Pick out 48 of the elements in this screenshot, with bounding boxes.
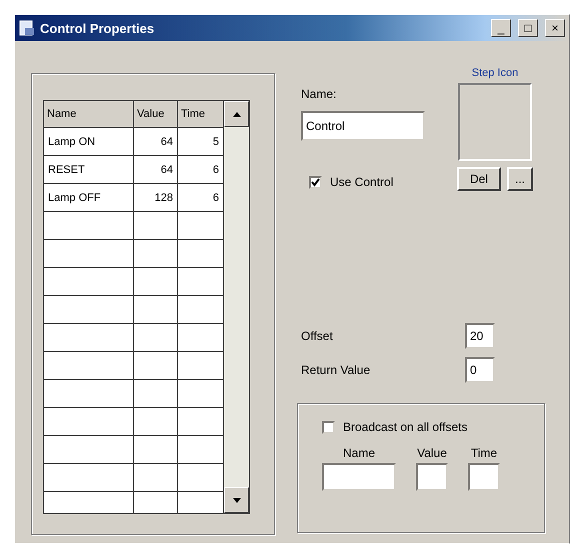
scroll-down-button[interactable] <box>224 487 249 513</box>
empty-cell <box>134 240 178 268</box>
empty-cell <box>134 324 178 352</box>
table-cell: 128 <box>134 184 178 212</box>
name-field[interactable]: Control <box>301 111 425 141</box>
field-label: Name <box>342 446 375 460</box>
empty-cell <box>134 436 178 464</box>
minimize-button[interactable]: _ <box>491 19 511 37</box>
close-button[interactable]: × <box>545 19 565 37</box>
table-cell: RESET <box>44 156 134 184</box>
checkbox[interactable] <box>309 176 322 188</box>
return-value-field[interactable]: 0 <box>465 357 495 383</box>
empty-cell <box>134 408 178 436</box>
field-label: Time <box>470 446 498 460</box>
return-value-label: Return Value <box>301 363 370 377</box>
empty-cell <box>134 352 178 380</box>
delete-button[interactable]: Del <box>456 167 501 191</box>
column-header[interactable]: Time <box>178 101 224 128</box>
window-icon <box>19 20 35 36</box>
down-arrow-icon <box>232 498 240 502</box>
scroll-up-button[interactable] <box>224 101 249 127</box>
input-field[interactable] <box>322 463 396 491</box>
maximize-button[interactable]: □ <box>518 19 538 37</box>
window-title: Control Properties <box>40 20 156 36</box>
name-label: Name: <box>301 87 338 101</box>
column-header[interactable]: Value <box>134 101 178 128</box>
scrollbar[interactable] <box>224 101 249 513</box>
checkbox-label: Use Control <box>330 175 394 189</box>
empty-cell <box>134 268 178 296</box>
step-icon-label: Step Icon <box>472 67 518 79</box>
offset-label: Offset <box>301 329 333 343</box>
empty-cell <box>134 212 178 240</box>
empty-cell <box>134 296 178 324</box>
input-field[interactable] <box>468 463 500 491</box>
browse-button[interactable]: ... <box>506 167 533 191</box>
table-cell: Lamp OFF <box>44 184 134 212</box>
column-header[interactable]: Name <box>44 101 134 128</box>
offset-field[interactable]: 20 <box>465 323 495 349</box>
empty-cell <box>134 464 178 492</box>
field-label: Value <box>417 446 447 460</box>
empty-cell <box>134 380 178 408</box>
table-cell: Lamp ON <box>44 128 134 156</box>
checkbox-label: Broadcast on all offsets <box>343 420 468 434</box>
table-cell: 64 <box>134 156 178 184</box>
up-arrow-icon <box>232 112 240 116</box>
input-field[interactable] <box>416 463 448 491</box>
table-cell: 64 <box>134 128 178 156</box>
checkbox[interactable] <box>322 420 335 434</box>
